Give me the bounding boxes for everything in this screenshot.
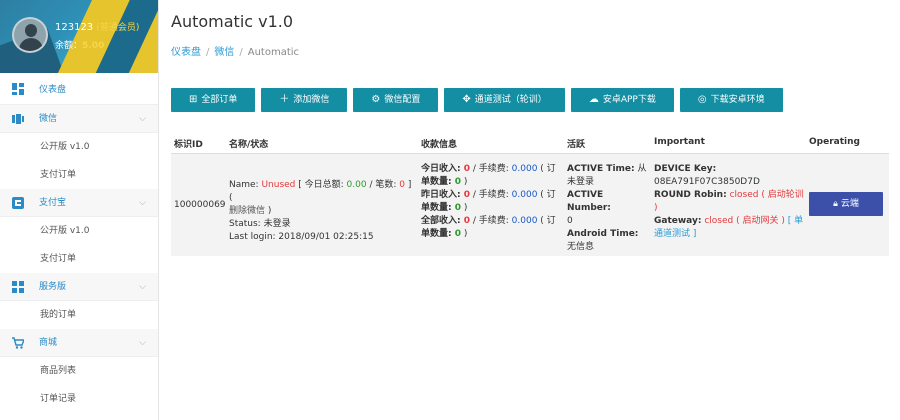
sidebar-sub-alipay-orders[interactable]: 支付订单 bbox=[0, 245, 158, 273]
sidebar-sub-alipay-public[interactable]: 公开版 v1.0 bbox=[0, 217, 158, 245]
avatar[interactable] bbox=[12, 17, 48, 53]
sidebar-sub-wechat-orders[interactable]: 支付订单 bbox=[0, 161, 158, 189]
orders-table: 标识ID 名称/状态 收款信息 活跃 Important Operating 1… bbox=[171, 133, 889, 256]
row-active: ACTIVE Time: 从未登录 ACTIVE Number: 0 Andro… bbox=[567, 164, 647, 252]
breadcrumb-wechat[interactable]: 微信 bbox=[214, 47, 234, 58]
main-content: Automatic v1.0 仪表盘 / 微信 / Automatic ⊞ 全部订单 ＋添… bbox=[159, 0, 900, 420]
username: 123123 (普通会员) bbox=[55, 22, 140, 33]
sidebar-sub-my-orders[interactable]: 我的订单 bbox=[0, 301, 158, 329]
lock-icon: 🔒︎ bbox=[833, 199, 838, 209]
balance-value: 5.00 bbox=[82, 41, 105, 51]
cart-icon bbox=[12, 337, 24, 349]
sidebar-item-dashboard[interactable]: 仪表盘 bbox=[0, 75, 158, 105]
table-icon: ⊞ bbox=[189, 94, 198, 105]
channel-test-button[interactable]: ✥ 通道测试（轮训） bbox=[444, 88, 565, 112]
android-env-download-button[interactable]: ◎ 下载安卓环境 bbox=[679, 88, 783, 112]
row-important: DEVICE Key: 08EA791F07C3850D7D ROUND Rob… bbox=[654, 164, 804, 239]
add-wechat-button[interactable]: ＋添加微信 bbox=[261, 88, 348, 112]
user-role: (普通会员) bbox=[96, 23, 140, 33]
device-key: 08EA791F07C3850D7D bbox=[654, 177, 760, 187]
sidebar-item-mall[interactable]: 商城 ⌵ bbox=[0, 329, 158, 357]
all-orders-button[interactable]: ⊞ 全部订单 bbox=[171, 88, 256, 112]
chevron-down-icon: ⌵ bbox=[139, 114, 146, 124]
grid-icon bbox=[12, 281, 24, 293]
chevron-down-icon: ⌵ bbox=[139, 338, 146, 348]
chevron-down-icon: ⌵ bbox=[139, 282, 146, 292]
gear-icon: ⚙ bbox=[371, 94, 381, 105]
sidebar-sub-order-records[interactable]: 订单记录 bbox=[0, 385, 158, 413]
table-row: 100000069 Name: Unused [ 今日总额: 0.00 / 笔数… bbox=[171, 153, 889, 256]
sidebar-sub-wechat-public[interactable]: 公开版 v1.0 bbox=[0, 133, 158, 161]
row-income: 今日收入: 0 / 手续费: 0.000 ( 订单数量: 0 ) 昨日收入: 0… bbox=[421, 164, 556, 239]
row-id: 100000069 bbox=[174, 200, 226, 210]
row-name-status: Name: Unused [ 今日总额: 0.00 / 笔数: 0 ] ( 删除… bbox=[229, 180, 412, 242]
sidebar-item-alipay[interactable]: 支付宝 ⌵ bbox=[0, 189, 158, 217]
sidebar-sub-products[interactable]: 商品列表 bbox=[0, 357, 158, 385]
puzzle-icon: ✥ bbox=[462, 94, 471, 105]
page-title: Automatic v1.0 bbox=[171, 12, 294, 31]
wechat-config-button[interactable]: ⚙ 微信配置 bbox=[353, 88, 439, 112]
globe-icon: ◎ bbox=[697, 94, 707, 105]
breadcrumb: 仪表盘 / 微信 / Automatic bbox=[171, 47, 300, 58]
cloud-button[interactable]: 🔒︎ 云端 bbox=[809, 192, 883, 216]
toolbar: ⊞ 全部订单 ＋添加微信 ⚙ 微信配置 ✥ 通道测试（轮训） ☁ 安卓APP下载 ◎ 下载… bbox=[171, 88, 783, 112]
breadcrumb-dashboard[interactable]: 仪表盘 bbox=[171, 47, 201, 58]
cloud-download-icon: ☁ bbox=[588, 94, 599, 105]
plus-icon: ＋ bbox=[279, 94, 290, 105]
start-gateway-link[interactable]: ( 启动网关 ) bbox=[736, 216, 785, 226]
sidebar-item-service[interactable]: 服务版 ⌵ bbox=[0, 273, 158, 301]
android-app-download-button[interactable]: ☁ 安卓APP下载 bbox=[570, 88, 674, 112]
sidebar: 123123 (普通会员) 余额：5.00 仪表盘 微信 ⌵ 公开版 v1.0 … bbox=[0, 0, 159, 420]
table-header: 标识ID 名称/状态 收款信息 活跃 Important Operating bbox=[174, 137, 860, 150]
dashboard-icon bbox=[12, 83, 24, 95]
chevron-down-icon: ⌵ bbox=[139, 198, 146, 208]
video-icon bbox=[12, 114, 24, 124]
alipay-icon bbox=[12, 197, 24, 209]
balance: 余额：5.00 bbox=[55, 41, 105, 51]
profile-card: 123123 (普通会员) 余额：5.00 bbox=[0, 0, 158, 73]
sidebar-item-wechat[interactable]: 微信 ⌵ bbox=[0, 105, 158, 133]
breadcrumb-current: Automatic bbox=[247, 47, 300, 58]
delete-wechat-link[interactable]: 删除微信 bbox=[229, 206, 265, 216]
